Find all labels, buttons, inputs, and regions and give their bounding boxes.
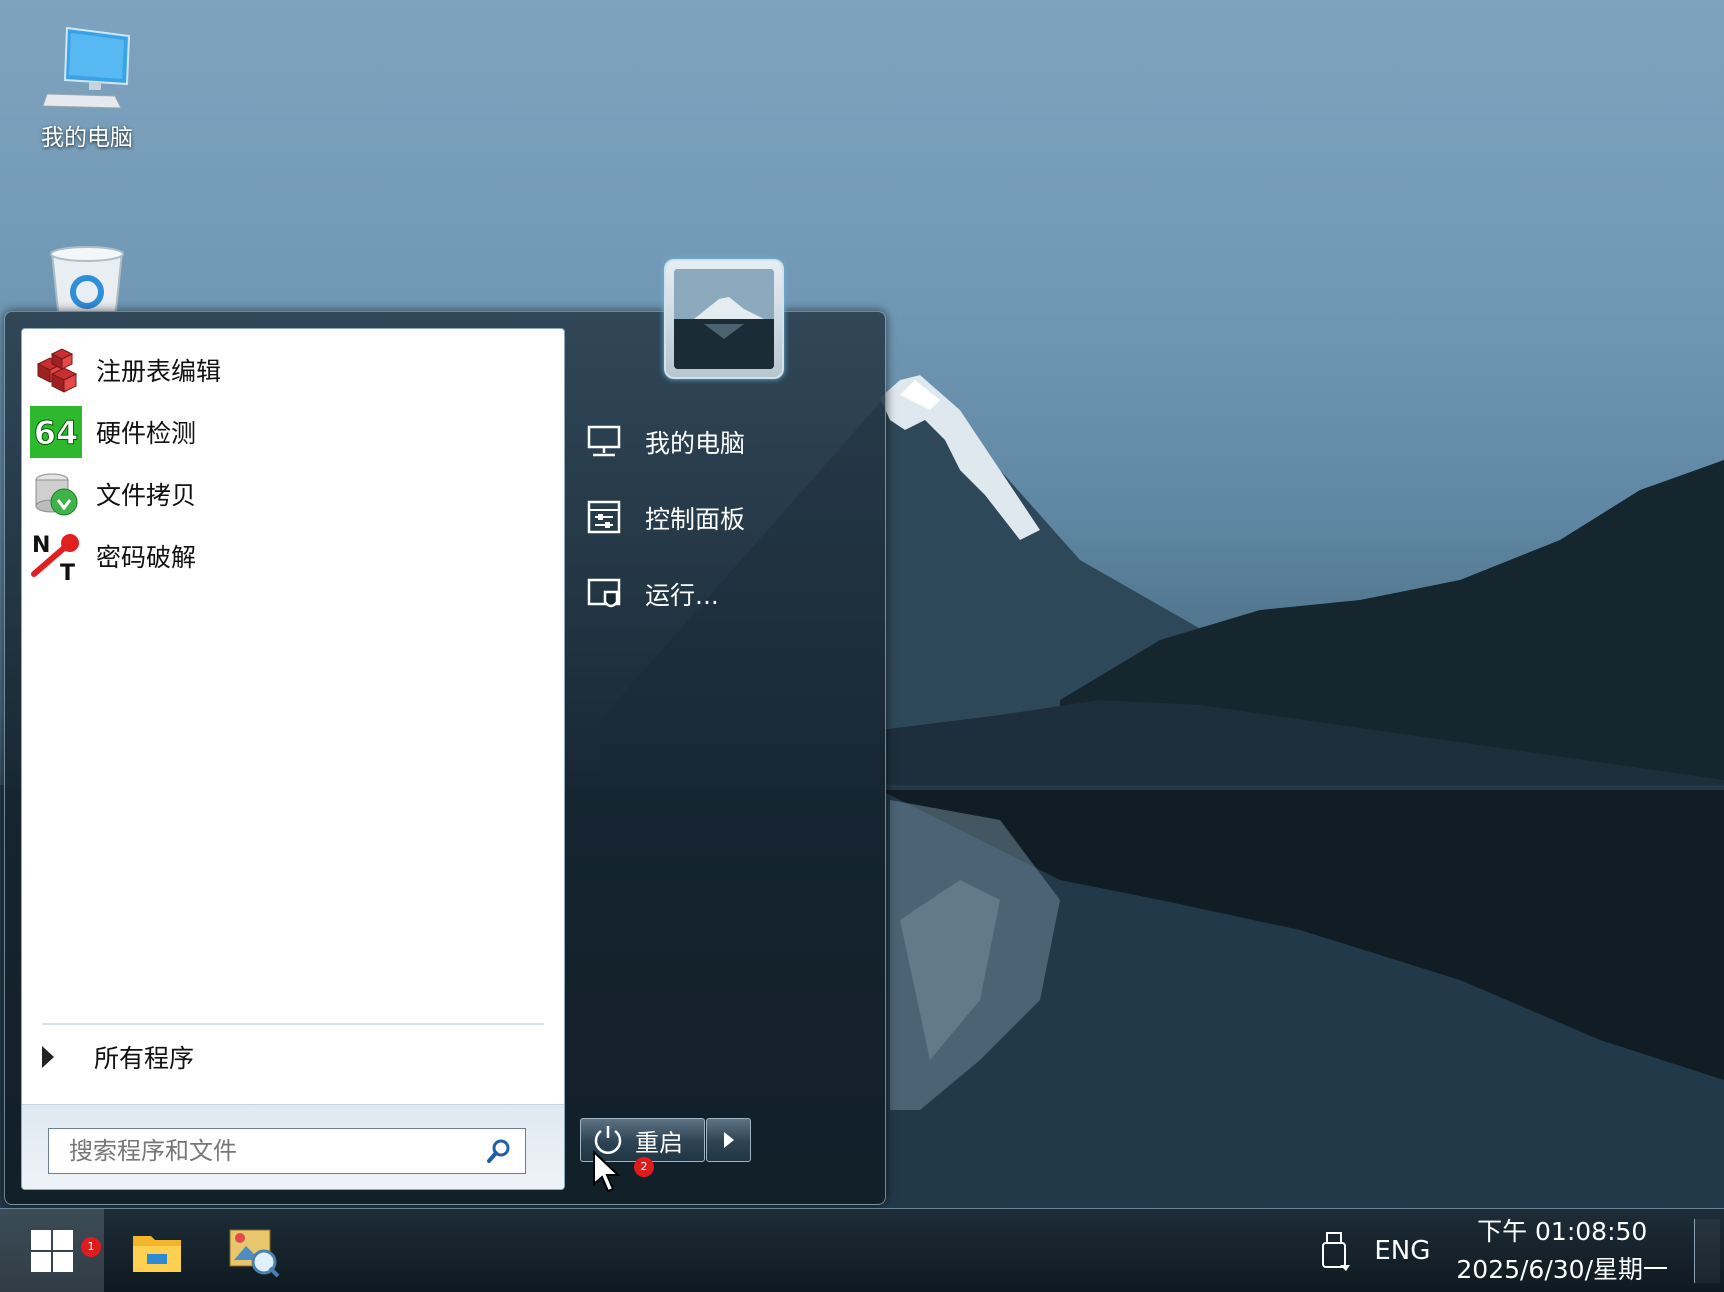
pinned-app-hardware-detect[interactable]: 64 硬件检测 — [30, 401, 550, 463]
all-programs-button[interactable]: 所有程序 — [42, 1037, 194, 1077]
search-icon[interactable] — [485, 1137, 513, 1165]
taskbar-app-image-viewer[interactable] — [220, 1219, 286, 1283]
user-avatar[interactable] — [664, 259, 784, 379]
chevron-right-icon — [42, 1046, 54, 1068]
start-right-item-control-panel[interactable]: 控制面板 — [585, 492, 745, 544]
control-panel-icon — [587, 500, 621, 534]
svg-text:64: 64 — [34, 414, 79, 452]
desktop-icon-recycle-bin[interactable] — [22, 242, 152, 312]
pinned-app-label: 文件拷贝 — [96, 481, 197, 510]
language-indicator[interactable]: ENG — [1374, 1236, 1430, 1266]
search-area — [22, 1104, 564, 1189]
shutdown-options-button[interactable] — [706, 1118, 751, 1162]
restart-label: 重启 — [635, 1128, 683, 1157]
taskbar: 1 ENG 下午 01:08:50 2025/6/30/星期一 — [0, 1208, 1724, 1292]
windows-logo-icon — [31, 1230, 73, 1272]
pinned-app-registry-editor[interactable]: 注册表编辑 — [30, 339, 550, 401]
desktop: 我的电脑 注册表编辑 64 硬件检测 文件拷贝 N T 密码破解 所有程序 搜索… — [0, 0, 1724, 1292]
registry-editor-icon — [36, 348, 78, 393]
start-right-item-run[interactable]: 运行... — [585, 568, 719, 620]
chevron-right-icon — [723, 1132, 734, 1148]
file-copy-icon — [35, 473, 78, 516]
system-tray: ENG 下午 01:08:50 2025/6/30/星期一 — [1318, 1209, 1724, 1292]
start-right-item-label: 我的电脑 — [645, 429, 746, 458]
start-menu-programs-pane: 注册表编辑 64 硬件检测 文件拷贝 N T 密码破解 所有程序 搜索程序和文件 — [21, 328, 565, 1190]
all-programs-label: 所有程序 — [94, 1044, 195, 1073]
notification-badge: 1 — [81, 1237, 101, 1257]
clock-time: 下午 01:08:50 — [1477, 1217, 1648, 1246]
aida64-icon: 64 — [30, 406, 82, 458]
computer-icon — [42, 26, 131, 109]
svg-text:T: T — [60, 561, 75, 582]
notification-badge: 2 — [634, 1157, 654, 1177]
pinned-app-label: 硬件检测 — [96, 419, 197, 448]
pinned-app-file-copy[interactable]: 文件拷贝 — [30, 463, 550, 525]
avatar-image — [674, 269, 774, 369]
pinned-app-label: 密码破解 — [96, 543, 197, 572]
start-menu: 注册表编辑 64 硬件检测 文件拷贝 N T 密码破解 所有程序 搜索程序和文件… — [4, 311, 886, 1205]
usb-device-icon[interactable] — [1318, 1229, 1354, 1273]
start-right-item-my-computer[interactable]: 我的电脑 — [585, 416, 745, 468]
computer-icon — [587, 425, 621, 457]
search-input[interactable] — [69, 1137, 485, 1165]
svg-text:N: N — [32, 533, 50, 558]
clock[interactable]: 下午 01:08:50 2025/6/30/星期一 — [1456, 1213, 1668, 1289]
pinned-app-label: 注册表编辑 — [96, 357, 222, 386]
desktop-icon-label: 我的电脑 — [41, 125, 133, 151]
password-crack-icon: N T — [31, 533, 79, 582]
start-right-item-label: 运行... — [645, 581, 719, 610]
divider — [42, 1023, 544, 1025]
search-box[interactable] — [48, 1128, 526, 1174]
image-viewer-icon — [229, 1229, 280, 1278]
start-right-item-label: 控制面板 — [645, 505, 746, 534]
run-icon — [587, 578, 621, 608]
pinned-app-password-crack[interactable]: N T 密码破解 — [30, 525, 550, 587]
taskbar-app-file-explorer[interactable] — [124, 1219, 190, 1283]
clock-date: 2025/6/30/星期一 — [1456, 1255, 1668, 1284]
mouse-cursor-icon — [593, 1150, 621, 1193]
desktop-icon-my-computer[interactable]: 我的电脑 — [22, 22, 152, 152]
show-desktop-button[interactable] — [1694, 1219, 1720, 1283]
file-explorer-icon — [133, 1236, 181, 1272]
recycle-bin-icon — [50, 246, 124, 312]
